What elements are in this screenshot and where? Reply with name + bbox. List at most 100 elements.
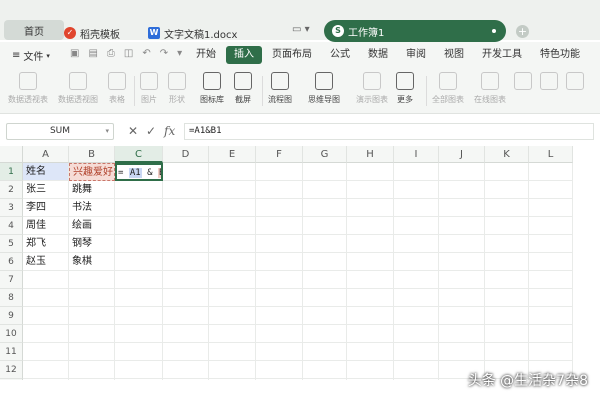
cell-i10[interactable] (394, 325, 439, 343)
cell-j8[interactable] (439, 289, 485, 307)
cell-l5[interactable] (529, 235, 573, 253)
pivot-chart-button[interactable]: 数据透视图 (58, 72, 98, 105)
cell-k7[interactable] (485, 271, 529, 289)
file-menu[interactable]: ≡ 文件 ▾ (12, 48, 50, 63)
cell-e9[interactable] (209, 307, 256, 325)
row-header-5[interactable]: 5 (0, 235, 23, 253)
menu-tab[interactable]: 开始 (188, 46, 224, 64)
tab-daoke-templates[interactable]: ✓ 稻壳模板 (64, 22, 120, 44)
cell-f8[interactable] (256, 289, 303, 307)
column-header-a[interactable]: A (23, 146, 69, 163)
cell-g4[interactable] (303, 217, 347, 235)
cell-l7[interactable] (529, 271, 573, 289)
cell-e4[interactable] (209, 217, 256, 235)
cell-d13[interactable] (163, 379, 209, 380)
cell-b13[interactable] (69, 379, 115, 380)
menu-tab[interactable]: 审阅 (398, 46, 434, 64)
cell-g11[interactable] (303, 343, 347, 361)
cell-g13[interactable] (303, 379, 347, 380)
cell-e6[interactable] (209, 253, 256, 271)
cell-g2[interactable] (303, 181, 347, 199)
menu-tab[interactable]: 视图 (436, 46, 472, 64)
cell-g3[interactable] (303, 199, 347, 217)
cell-b4[interactable]: 绘画 (69, 217, 115, 235)
cell-a13[interactable] (23, 379, 69, 380)
formula-input[interactable]: =A1&B1 (184, 123, 594, 140)
cell-j7[interactable] (439, 271, 485, 289)
fx-icon[interactable]: fx (164, 124, 175, 138)
cell-a7[interactable] (23, 271, 69, 289)
cell-i11[interactable] (394, 343, 439, 361)
cell-a11[interactable] (23, 343, 69, 361)
column-header-e[interactable]: E (209, 146, 256, 163)
cell-e12[interactable] (209, 361, 256, 379)
cell-k9[interactable] (485, 307, 529, 325)
cell-c2[interactable] (115, 181, 163, 199)
row-header-1[interactable]: 1 (0, 163, 23, 181)
cell-b9[interactable] (69, 307, 115, 325)
cell-j6[interactable] (439, 253, 485, 271)
cell-b7[interactable] (69, 271, 115, 289)
cell-l11[interactable] (529, 343, 573, 361)
menu-tab[interactable]: 特色功能 (532, 46, 588, 64)
cell-l9[interactable] (529, 307, 573, 325)
cell-j10[interactable] (439, 325, 485, 343)
column-header-k[interactable]: K (485, 146, 529, 163)
cell-b3[interactable]: 书法 (69, 199, 115, 217)
cell-i9[interactable] (394, 307, 439, 325)
pivot-table-button[interactable]: 数据透视表 (8, 72, 48, 105)
cell-f4[interactable] (256, 217, 303, 235)
cell-b11[interactable] (69, 343, 115, 361)
cell-f12[interactable] (256, 361, 303, 379)
picture-button[interactable]: 图片 (140, 72, 158, 105)
cell-h11[interactable] (347, 343, 394, 361)
cell-a5[interactable]: 郑飞 (23, 235, 69, 253)
cell-c5[interactable] (115, 235, 163, 253)
cell-i13[interactable] (394, 379, 439, 380)
folder-icon[interactable]: ▤ (88, 48, 97, 59)
cell-j9[interactable] (439, 307, 485, 325)
cell-g7[interactable] (303, 271, 347, 289)
cell-d8[interactable] (163, 289, 209, 307)
cell-i4[interactable] (394, 217, 439, 235)
cell-c13[interactable] (115, 379, 163, 380)
cell-l8[interactable] (529, 289, 573, 307)
cell-a3[interactable]: 李四 (23, 199, 69, 217)
line-chart-button[interactable] (540, 72, 558, 94)
screenshot-button[interactable]: 截屏 (234, 72, 252, 105)
row-header-13[interactable]: 13 (0, 379, 23, 380)
cell-a2[interactable]: 张三 (23, 181, 69, 199)
column-header-b[interactable]: B (69, 146, 115, 163)
cell-h10[interactable] (347, 325, 394, 343)
cell-b8[interactable] (69, 289, 115, 307)
cell-a10[interactable] (23, 325, 69, 343)
cell-h8[interactable] (347, 289, 394, 307)
cell-b12[interactable] (69, 361, 115, 379)
cell-a1[interactable]: 姓名 (23, 163, 69, 181)
cell-f6[interactable] (256, 253, 303, 271)
column-header-g[interactable]: G (303, 146, 347, 163)
cell-d6[interactable] (163, 253, 209, 271)
cell-g12[interactable] (303, 361, 347, 379)
icon-library-button[interactable]: 图标库 (200, 72, 224, 105)
save-icon[interactable]: ▣ (70, 48, 79, 59)
cell-j2[interactable] (439, 181, 485, 199)
cell-a6[interactable]: 赵玉 (23, 253, 69, 271)
cell-b2[interactable]: 跳舞 (69, 181, 115, 199)
row-header-10[interactable]: 10 (0, 325, 23, 343)
column-header-c[interactable]: C (115, 146, 163, 163)
cell-h12[interactable] (347, 361, 394, 379)
cell-g10[interactable] (303, 325, 347, 343)
cell-e3[interactable] (209, 199, 256, 217)
cell-l6[interactable] (529, 253, 573, 271)
preview-icon[interactable]: ◫ (124, 48, 133, 59)
cancel-icon[interactable]: ✕ (128, 124, 138, 138)
row-header-12[interactable]: 12 (0, 361, 23, 379)
cell-a4[interactable]: 周佳 (23, 217, 69, 235)
cell-c1-editing[interactable]: = A1 & B1 (115, 163, 163, 181)
cell-c8[interactable] (115, 289, 163, 307)
undo-icon[interactable]: ↶ (142, 48, 150, 59)
cell-i6[interactable] (394, 253, 439, 271)
cell-i1[interactable] (394, 163, 439, 181)
cell-j1[interactable] (439, 163, 485, 181)
